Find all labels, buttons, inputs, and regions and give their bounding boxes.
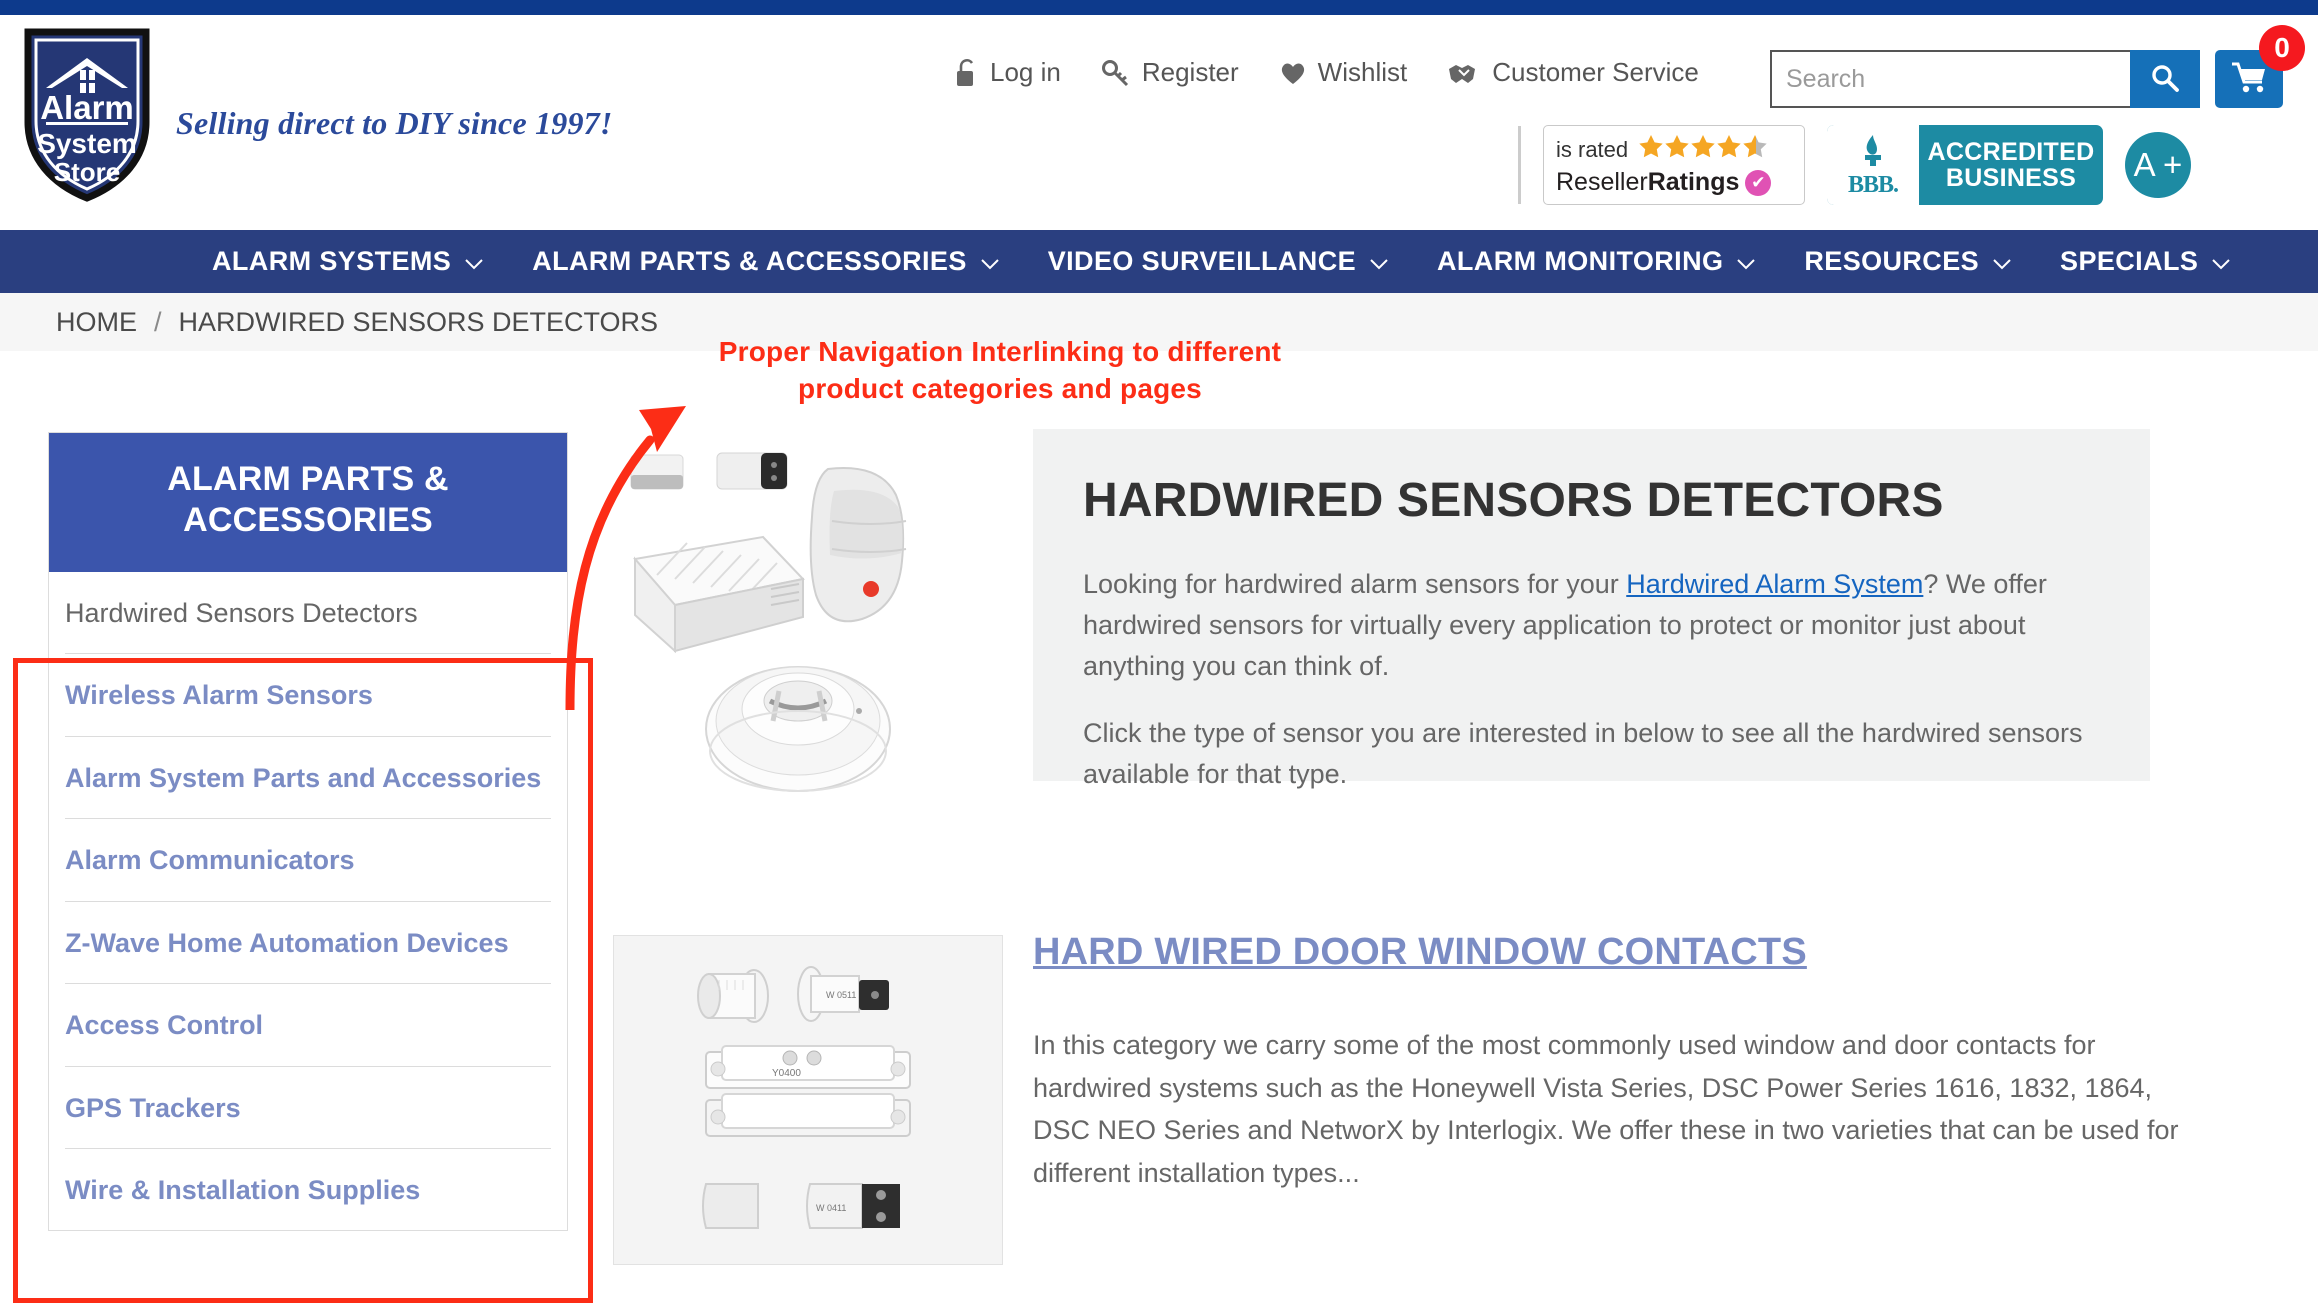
- hard-wired-door-window-contacts-link[interactable]: HARD WIRED DOOR WINDOW CONTACTS: [1033, 931, 2213, 974]
- reseller-ratings-name: ResellerRatings: [1556, 168, 1740, 196]
- sidebar-item-label: Access Control: [65, 1010, 264, 1041]
- product-category-description: In this category we carry some of the mo…: [1033, 1030, 2179, 1188]
- handshake-icon: [1447, 60, 1481, 86]
- sidebar-item-access-control[interactable]: Access Control: [65, 984, 551, 1067]
- bbb-line2: BUSINESS: [1945, 164, 2077, 192]
- sidebar-list: Hardwired Sensors Detectors Wireless Ala…: [49, 572, 567, 1231]
- customer-service-link[interactable]: Customer Service: [1447, 57, 1699, 88]
- site-logo[interactable]: Alarm System Store: [22, 26, 152, 204]
- login-link[interactable]: Log in: [955, 57, 1061, 88]
- sidebar-heading: ALARM PARTS & ACCESSORIES: [49, 433, 567, 572]
- search-box[interactable]: [1770, 50, 2200, 108]
- chevron-down-icon: [1369, 246, 1389, 277]
- login-label: Log in: [990, 57, 1061, 87]
- bbb-mark: BBB.: [1847, 172, 1899, 198]
- sidebar-item-z-wave-home-automation-devices[interactable]: Z-Wave Home Automation Devices: [65, 902, 551, 985]
- sidebar-item-label: Alarm Communicators: [65, 845, 355, 876]
- svg-text:Alarm: Alarm: [40, 89, 134, 126]
- search-icon: [2150, 63, 2180, 96]
- nav-item-resources[interactable]: RESOURCES: [1780, 246, 2036, 277]
- nav-item-alarm-monitoring[interactable]: ALARM MONITORING: [1413, 246, 1780, 277]
- svg-text:System: System: [37, 128, 137, 159]
- nav-label: VIDEO SURVEILLANCE: [1047, 246, 1356, 276]
- category-sidebar: ALARM PARTS & ACCESSORIES Hardwired Sens…: [48, 432, 568, 1232]
- svg-text:W 0511: W 0511: [826, 990, 856, 1000]
- cart-icon: [2230, 60, 2268, 99]
- nav-label: ALARM MONITORING: [1437, 246, 1724, 276]
- intro-paragraph-1: Looking for hardwired alarm sensors for …: [1083, 564, 2100, 687]
- hardwired-alarm-system-link[interactable]: Hardwired Alarm System: [1626, 569, 1923, 599]
- search-button[interactable]: [2130, 50, 2200, 108]
- sidebar-item-label: Wireless Alarm Sensors: [65, 680, 373, 711]
- bbb-torch-icon: [1865, 135, 1881, 166]
- chevron-down-icon: [1992, 246, 2012, 277]
- product-category-block: HARD WIRED DOOR WINDOW CONTACTS In this …: [1033, 931, 2213, 1195]
- key-icon: [1101, 58, 1131, 88]
- unlock-icon: [955, 58, 979, 88]
- svg-text:Y0400: Y0400: [772, 1068, 801, 1079]
- chevron-down-icon: [980, 246, 1000, 277]
- intro-paragraph-2: Click the type of sensor you are interes…: [1083, 718, 2083, 790]
- sidebar-item-gps-trackers[interactable]: GPS Trackers: [65, 1067, 551, 1149]
- chevron-down-icon: [464, 246, 484, 277]
- nav-label: ALARM PARTS & ACCESSORIES: [532, 246, 967, 276]
- customer-service-label: Customer Service: [1492, 57, 1699, 87]
- breadcrumb-separator: /: [154, 306, 162, 337]
- wishlist-link[interactable]: Wishlist: [1279, 57, 1408, 88]
- reseller-rated-label: is rated: [1556, 136, 1629, 162]
- nav-label: SPECIALS: [2060, 246, 2199, 276]
- svg-text:Store: Store: [54, 157, 120, 187]
- trust-badges: is rated ResellerRatings ✔ BBB. ACCREDIT…: [1518, 125, 2191, 205]
- nav-item-video-surveillance[interactable]: VIDEO SURVEILLANCE: [1024, 246, 1413, 277]
- register-label: Register: [1141, 57, 1239, 87]
- top-accent-bar: [0, 0, 2318, 15]
- badge-divider: [1518, 126, 1521, 204]
- cart-count-badge: 0: [2259, 25, 2305, 71]
- wishlist-label: Wishlist: [1317, 57, 1408, 87]
- nav-item-alarm-systems[interactable]: ALARM SYSTEMS: [188, 246, 508, 277]
- sidebar-item-alarm-system-parts-and-accessories[interactable]: Alarm System Parts and Accessories: [65, 737, 551, 820]
- header-utility-links: Log in Register Wishlist Customer Servic…: [955, 57, 1699, 88]
- rating-grade-badge[interactable]: A +: [2125, 132, 2191, 198]
- sidebar-item-label: Hardwired Sensors Detectors: [65, 597, 418, 628]
- nav-item-alarm-parts-accessories[interactable]: ALARM PARTS & ACCESSORIES: [508, 246, 1024, 277]
- chevron-down-icon: [2211, 246, 2231, 277]
- sidebar-item-alarm-communicators[interactable]: Alarm Communicators: [65, 819, 551, 902]
- sidebar-item-hardwired-sensors-detectors: Hardwired Sensors Detectors: [65, 572, 551, 655]
- heart-icon: [1279, 60, 1307, 86]
- annotation-text: Proper Navigation Interlinking to differ…: [690, 333, 1310, 407]
- site-header: Alarm System Store Selling direct to DIY…: [0, 15, 2318, 230]
- annotation-line-1: Proper Navigation Interlinking to differ…: [718, 336, 1282, 367]
- sidebar-item-wire-installation-supplies[interactable]: Wire & Installation Supplies: [65, 1149, 551, 1230]
- verified-check-icon: ✔: [1745, 169, 1772, 196]
- sidebar-item-label: Alarm System Parts and Accessories: [65, 762, 542, 793]
- nav-label: RESOURCES: [1804, 246, 1980, 276]
- breadcrumb-current: HARDWIRED SENSORS DETECTORS: [178, 306, 659, 337]
- door-window-contacts-image[interactable]: W 0511 Y0400 W 0411: [613, 935, 1003, 1265]
- bbb-accredited-badge[interactable]: BBB. ACCREDITED BUSINESS: [1827, 125, 2103, 205]
- page-title: HARDWIRED SENSORS DETECTORS: [1083, 474, 1944, 527]
- nav-label: ALARM SYSTEMS: [212, 246, 452, 276]
- chevron-down-icon: [1736, 246, 1756, 277]
- tagline: Selling direct to DIY since 1997!: [176, 105, 613, 141]
- sidebar-item-wireless-alarm-sensors[interactable]: Wireless Alarm Sensors: [65, 654, 551, 737]
- bbb-line1: ACCREDITED: [1927, 137, 2095, 166]
- search-input[interactable]: [1770, 50, 2130, 108]
- category-intro-panel: HARDWIRED SENSORS DETECTORS Looking for …: [1033, 429, 2150, 789]
- annotation-line-2: product categories and pages: [798, 373, 1202, 405]
- star-rating-icon: [1638, 134, 1768, 165]
- main-navigation: ALARM SYSTEMS ALARM PARTS & ACCESSORIES …: [0, 230, 2318, 293]
- annotation-arrow-icon: [540, 370, 760, 715]
- register-link[interactable]: Register: [1101, 57, 1239, 88]
- svg-text:W 0411: W 0411: [816, 1203, 846, 1213]
- page-content: ALARM PARTS & ACCESSORIES Hardwired Sens…: [0, 351, 2318, 1302]
- reseller-ratings-badge[interactable]: is rated ResellerRatings ✔: [1543, 125, 1805, 205]
- sidebar-item-label: Z-Wave Home Automation Devices: [65, 927, 509, 958]
- nav-item-specials[interactable]: SPECIALS: [2036, 246, 2255, 277]
- intro-text-pre: Looking for hardwired alarm sensors for …: [1083, 569, 1627, 599]
- sidebar-item-label: Wire & Installation Supplies: [65, 1175, 421, 1205]
- sidebar-item-label: GPS Trackers: [65, 1092, 241, 1123]
- breadcrumb-home[interactable]: HOME: [56, 307, 137, 338]
